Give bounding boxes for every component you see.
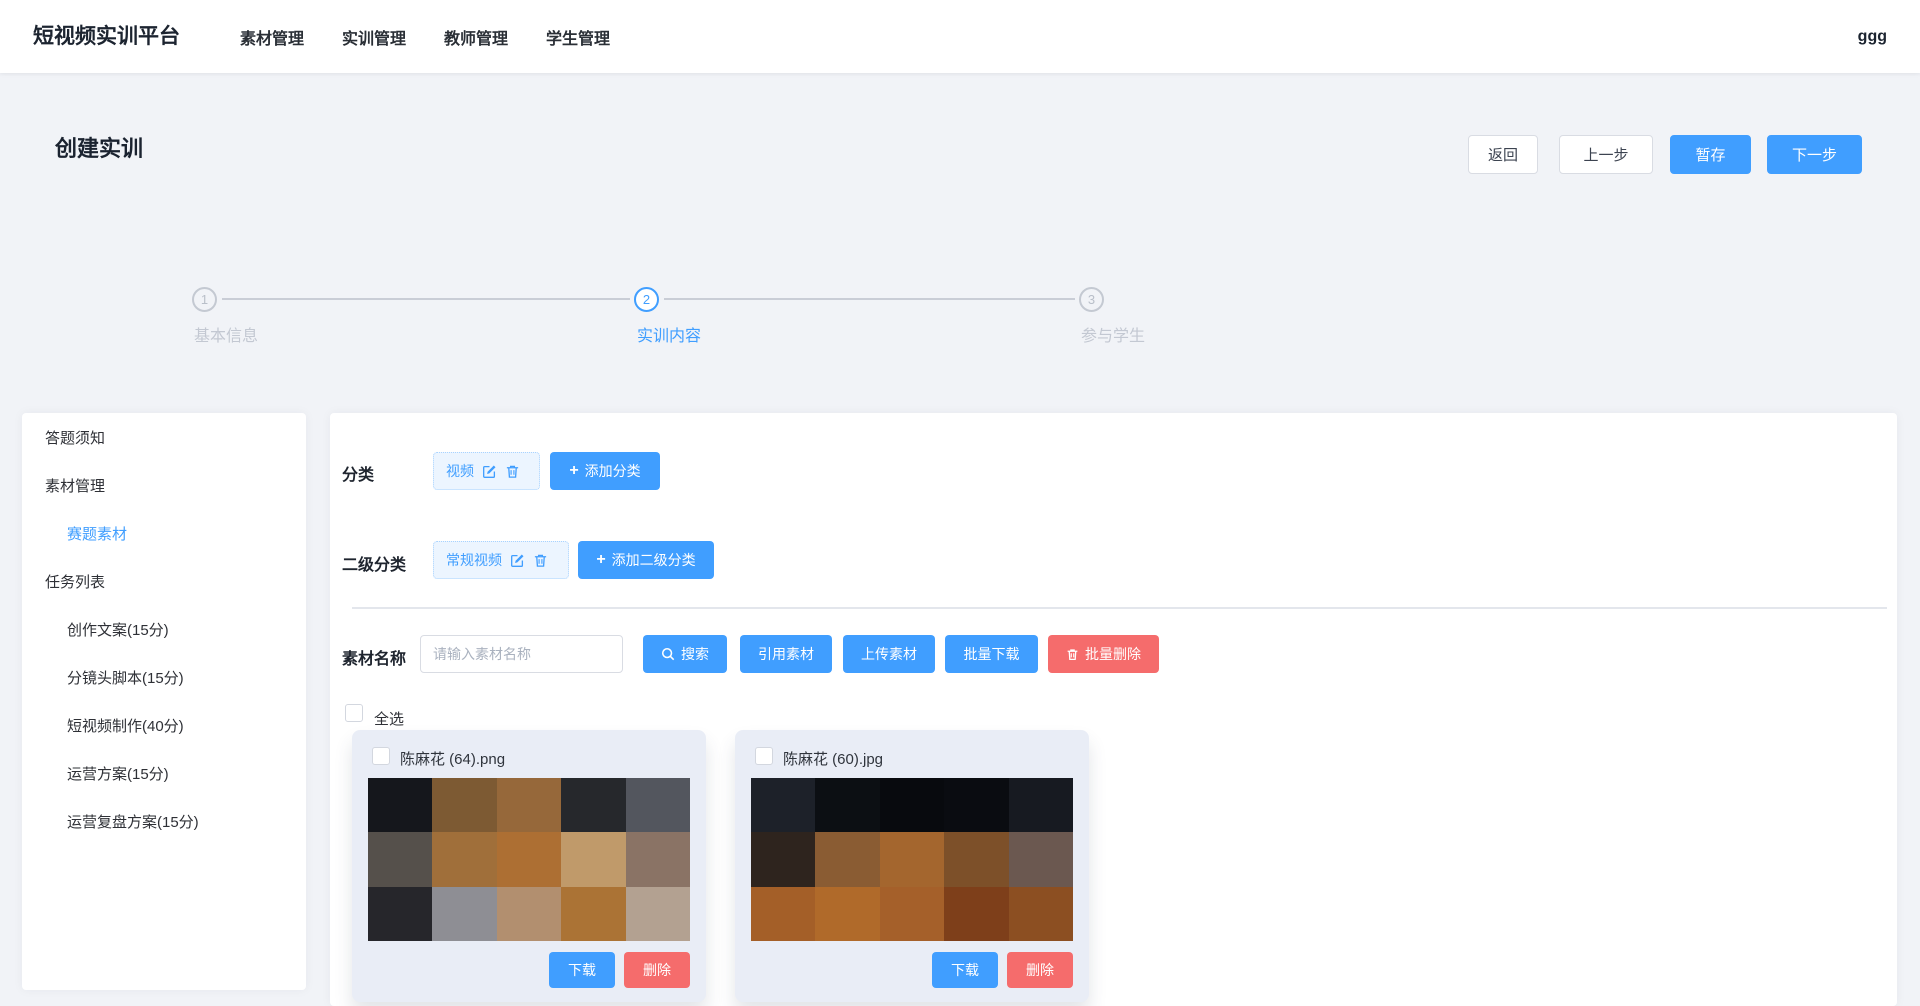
material-card: 陈麻花 (64).png 下载 删除 <box>352 730 706 1002</box>
save-draft-button[interactable]: 暂存 <box>1670 135 1751 174</box>
trash-icon[interactable] <box>533 553 548 568</box>
download-button[interactable]: 下载 <box>932 952 998 988</box>
add-subcategory-label: 添加二级分类 <box>611 552 696 568</box>
next-step-button[interactable]: 下一步 <box>1767 135 1862 174</box>
step-connector <box>222 298 630 300</box>
subcategory-tag-text: 常规视频 <box>446 552 502 568</box>
step-label-training-content: 实训内容 <box>637 328 702 345</box>
plus-icon: + <box>569 462 579 479</box>
material-name-input[interactable] <box>420 635 623 673</box>
delete-button[interactable]: 删除 <box>1007 952 1073 988</box>
material-checkbox[interactable] <box>755 747 773 765</box>
batch-download-button[interactable]: 批量下载 <box>945 635 1038 673</box>
material-thumbnail[interactable] <box>751 778 1073 941</box>
step-label-participants: 参与学生 <box>1081 328 1146 345</box>
nav-item-training[interactable]: 实训管理 <box>342 25 406 49</box>
batch-delete-label: 批量删除 <box>1085 646 1141 662</box>
sidebar-item-operation-review[interactable]: 运营复盘方案(15分) <box>22 799 306 847</box>
select-all-checkbox[interactable] <box>345 704 363 722</box>
page-title: 创建实训 <box>55 136 144 161</box>
delete-button[interactable]: 删除 <box>624 952 690 988</box>
nav-item-material[interactable]: 素材管理 <box>240 25 304 49</box>
nav-item-student[interactable]: 学生管理 <box>546 25 610 49</box>
top-navbar: 短视频实训平台 素材管理 实训管理 教师管理 学生管理 ggg <box>0 0 1920 73</box>
sidebar-item-material-management[interactable]: 素材管理 <box>22 463 306 511</box>
section-divider <box>352 607 1887 609</box>
sidebar-item-operation-plan[interactable]: 运营方案(15分) <box>22 751 306 799</box>
sidebar-item-storyboard[interactable]: 分镜头脚本(15分) <box>22 655 306 703</box>
material-checkbox[interactable] <box>372 747 390 765</box>
sidebar-item-task-list[interactable]: 任务列表 <box>22 559 306 607</box>
material-name-label: 素材名称 <box>342 651 407 668</box>
search-button[interactable]: 搜索 <box>643 635 727 673</box>
select-all-label: 全选 <box>374 711 405 728</box>
search-icon <box>661 647 675 661</box>
step-label-basic-info: 基本信息 <box>194 328 259 345</box>
quote-material-button[interactable]: 引用素材 <box>740 635 832 673</box>
main-nav: 素材管理 实训管理 教师管理 学生管理 <box>240 0 610 73</box>
sidebar: 答题须知 素材管理 赛题素材 任务列表 创作文案(15分) 分镜头脚本(15分)… <box>22 413 306 990</box>
main-panel: 分类 视频 + 添加分类 二级分类 常规视频 + 添加二级分类 素材名称 请输入… <box>330 413 1897 1006</box>
subcategory-tag: 常规视频 <box>433 541 569 579</box>
material-title: 陈麻花 (60).jpg <box>783 751 884 768</box>
previous-step-button[interactable]: 上一步 <box>1559 135 1653 174</box>
sidebar-item-answer-notes[interactable]: 答题须知 <box>22 415 306 463</box>
category-label: 分类 <box>342 467 375 484</box>
upload-material-button[interactable]: 上传素材 <box>843 635 935 673</box>
batch-delete-button[interactable]: 批量删除 <box>1048 635 1159 673</box>
edit-icon[interactable] <box>482 464 497 479</box>
sidebar-item-video-production[interactable]: 短视频制作(40分) <box>22 703 306 751</box>
material-thumbnail[interactable] <box>368 778 690 941</box>
material-card: 陈麻花 (60).jpg 下载 删除 <box>735 730 1089 1002</box>
nav-item-teacher[interactable]: 教师管理 <box>444 25 508 49</box>
user-menu[interactable]: ggg <box>1858 0 1887 73</box>
trash-icon <box>1067 648 1078 660</box>
search-label: 搜索 <box>681 646 709 662</box>
sidebar-item-contest-material[interactable]: 赛题素材 <box>22 511 306 559</box>
step-connector <box>664 298 1075 300</box>
edit-icon[interactable] <box>510 553 525 568</box>
download-button[interactable]: 下载 <box>549 952 615 988</box>
back-button[interactable]: 返回 <box>1468 135 1538 174</box>
category-tag-text: 视频 <box>446 463 474 479</box>
material-title: 陈麻花 (64).png <box>400 751 506 768</box>
add-category-button[interactable]: + 添加分类 <box>550 452 660 490</box>
add-category-label: 添加分类 <box>584 463 641 479</box>
add-subcategory-button[interactable]: + 添加二级分类 <box>578 541 714 579</box>
sidebar-item-copywriting[interactable]: 创作文案(15分) <box>22 607 306 655</box>
step-circle-2: 2 <box>634 287 659 312</box>
trash-icon[interactable] <box>505 464 520 479</box>
category-tag: 视频 <box>433 452 540 490</box>
step-circle-3: 3 <box>1079 287 1104 312</box>
step-circle-1: 1 <box>192 287 217 312</box>
plus-icon: + <box>596 551 606 568</box>
app-logo[interactable]: 短视频实训平台 <box>33 0 180 73</box>
subcategory-label: 二级分类 <box>342 557 407 574</box>
